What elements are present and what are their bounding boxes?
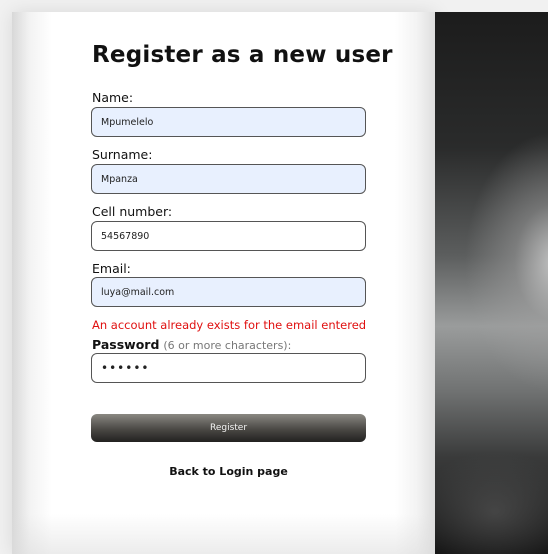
cell-number-label: Cell number: [92,204,173,219]
page: Register as a new user Name: Surname: Ce… [0,0,548,554]
card-bottom-shadow [12,514,435,554]
register-button[interactable]: Register [91,414,366,442]
name-label: Name: [92,90,134,105]
surname-label: Surname: [92,147,153,162]
email-exists-error: An account already exists for the email … [92,318,367,332]
surname-field[interactable] [91,164,366,194]
email-field[interactable] [91,277,366,307]
name-field[interactable] [91,107,366,137]
cell-number-field[interactable] [91,221,366,251]
page-title: Register as a new user [92,42,393,68]
password-hint: (6 or more characters): [163,339,292,352]
email-label: Email: [92,261,131,276]
password-label-text: Password [92,337,160,352]
password-label: Password (6 or more characters): [92,337,291,352]
background-photo-panel [435,12,548,554]
back-to-login-link[interactable]: Back to Login page [91,465,366,478]
password-field[interactable] [91,353,366,383]
